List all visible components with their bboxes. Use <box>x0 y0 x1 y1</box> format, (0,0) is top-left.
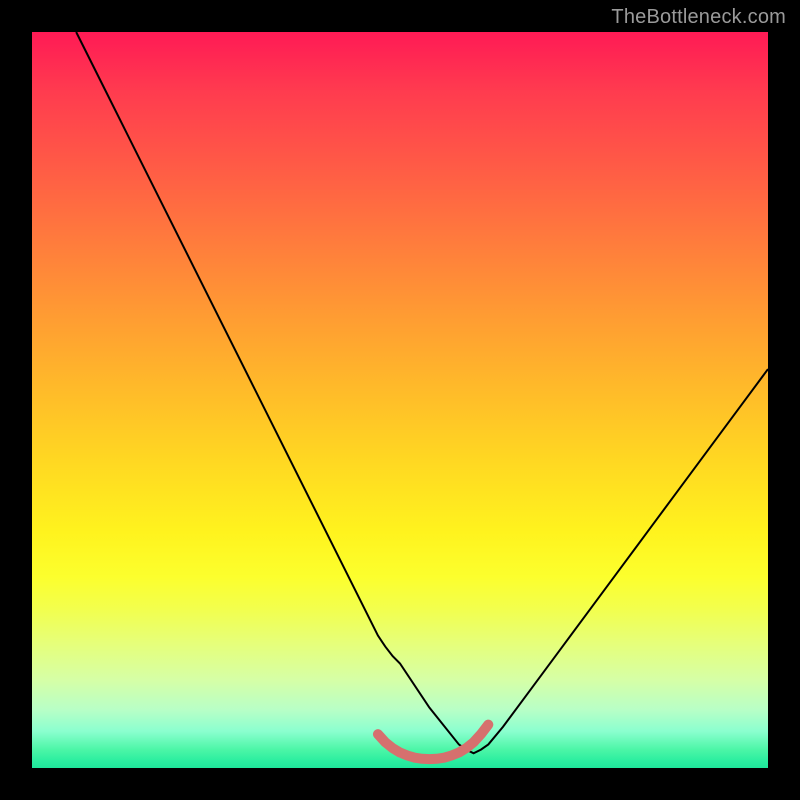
chart-plot-area <box>32 32 768 768</box>
chart-svg <box>32 32 768 768</box>
watermark-text: TheBottleneck.com <box>611 6 786 29</box>
chart-frame: TheBottleneck.com <box>0 0 800 800</box>
series-primary-curve <box>76 32 768 753</box>
chart-lines <box>76 32 768 759</box>
series-bottom-highlight-band <box>378 725 488 760</box>
